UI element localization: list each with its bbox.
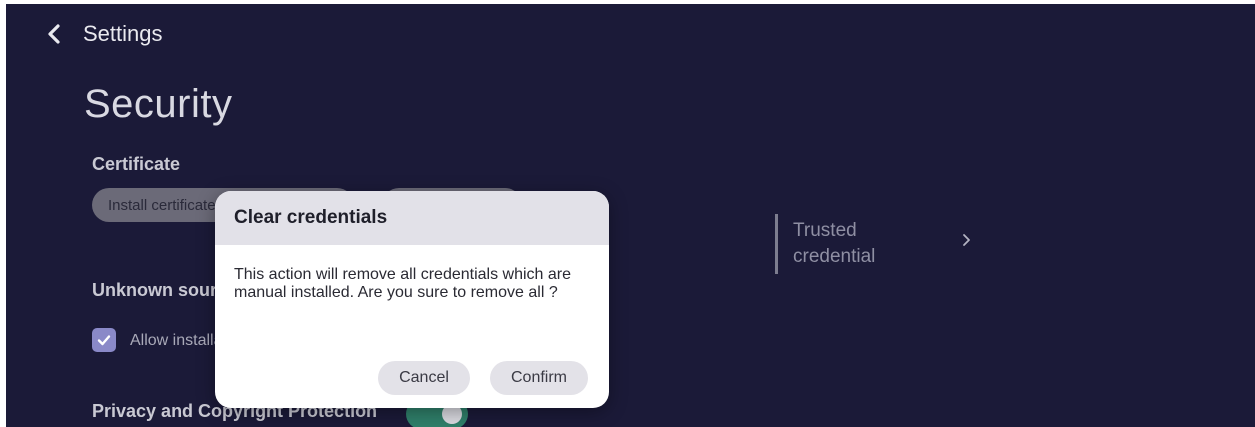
dialog-title: Clear credentials [215, 191, 609, 245]
cancel-button[interactable]: Cancel [378, 361, 470, 395]
chevron-right-icon[interactable] [961, 232, 973, 248]
dialog-message: This action will remove all credentials … [234, 266, 572, 301]
page-title: Security [84, 82, 233, 126]
trusted-credential-divider [775, 214, 778, 274]
back-button[interactable] [40, 20, 68, 48]
chevron-left-icon [48, 24, 60, 44]
header-title: Settings [83, 21, 163, 46]
clear-credentials-dialog: Clear credentials This action will remov… [215, 191, 609, 408]
check-icon [97, 335, 111, 346]
allow-installation-checkbox[interactable] [92, 328, 116, 352]
settings-screen: Settings Security Certificate Install ce… [6, 4, 1255, 427]
confirm-button[interactable]: Confirm [490, 361, 588, 395]
install-certificate-label: Install certificate [108, 196, 216, 214]
certificate-section-label: Certificate [92, 154, 181, 174]
trusted-credential-item[interactable]: Trusted credential [793, 218, 923, 270]
